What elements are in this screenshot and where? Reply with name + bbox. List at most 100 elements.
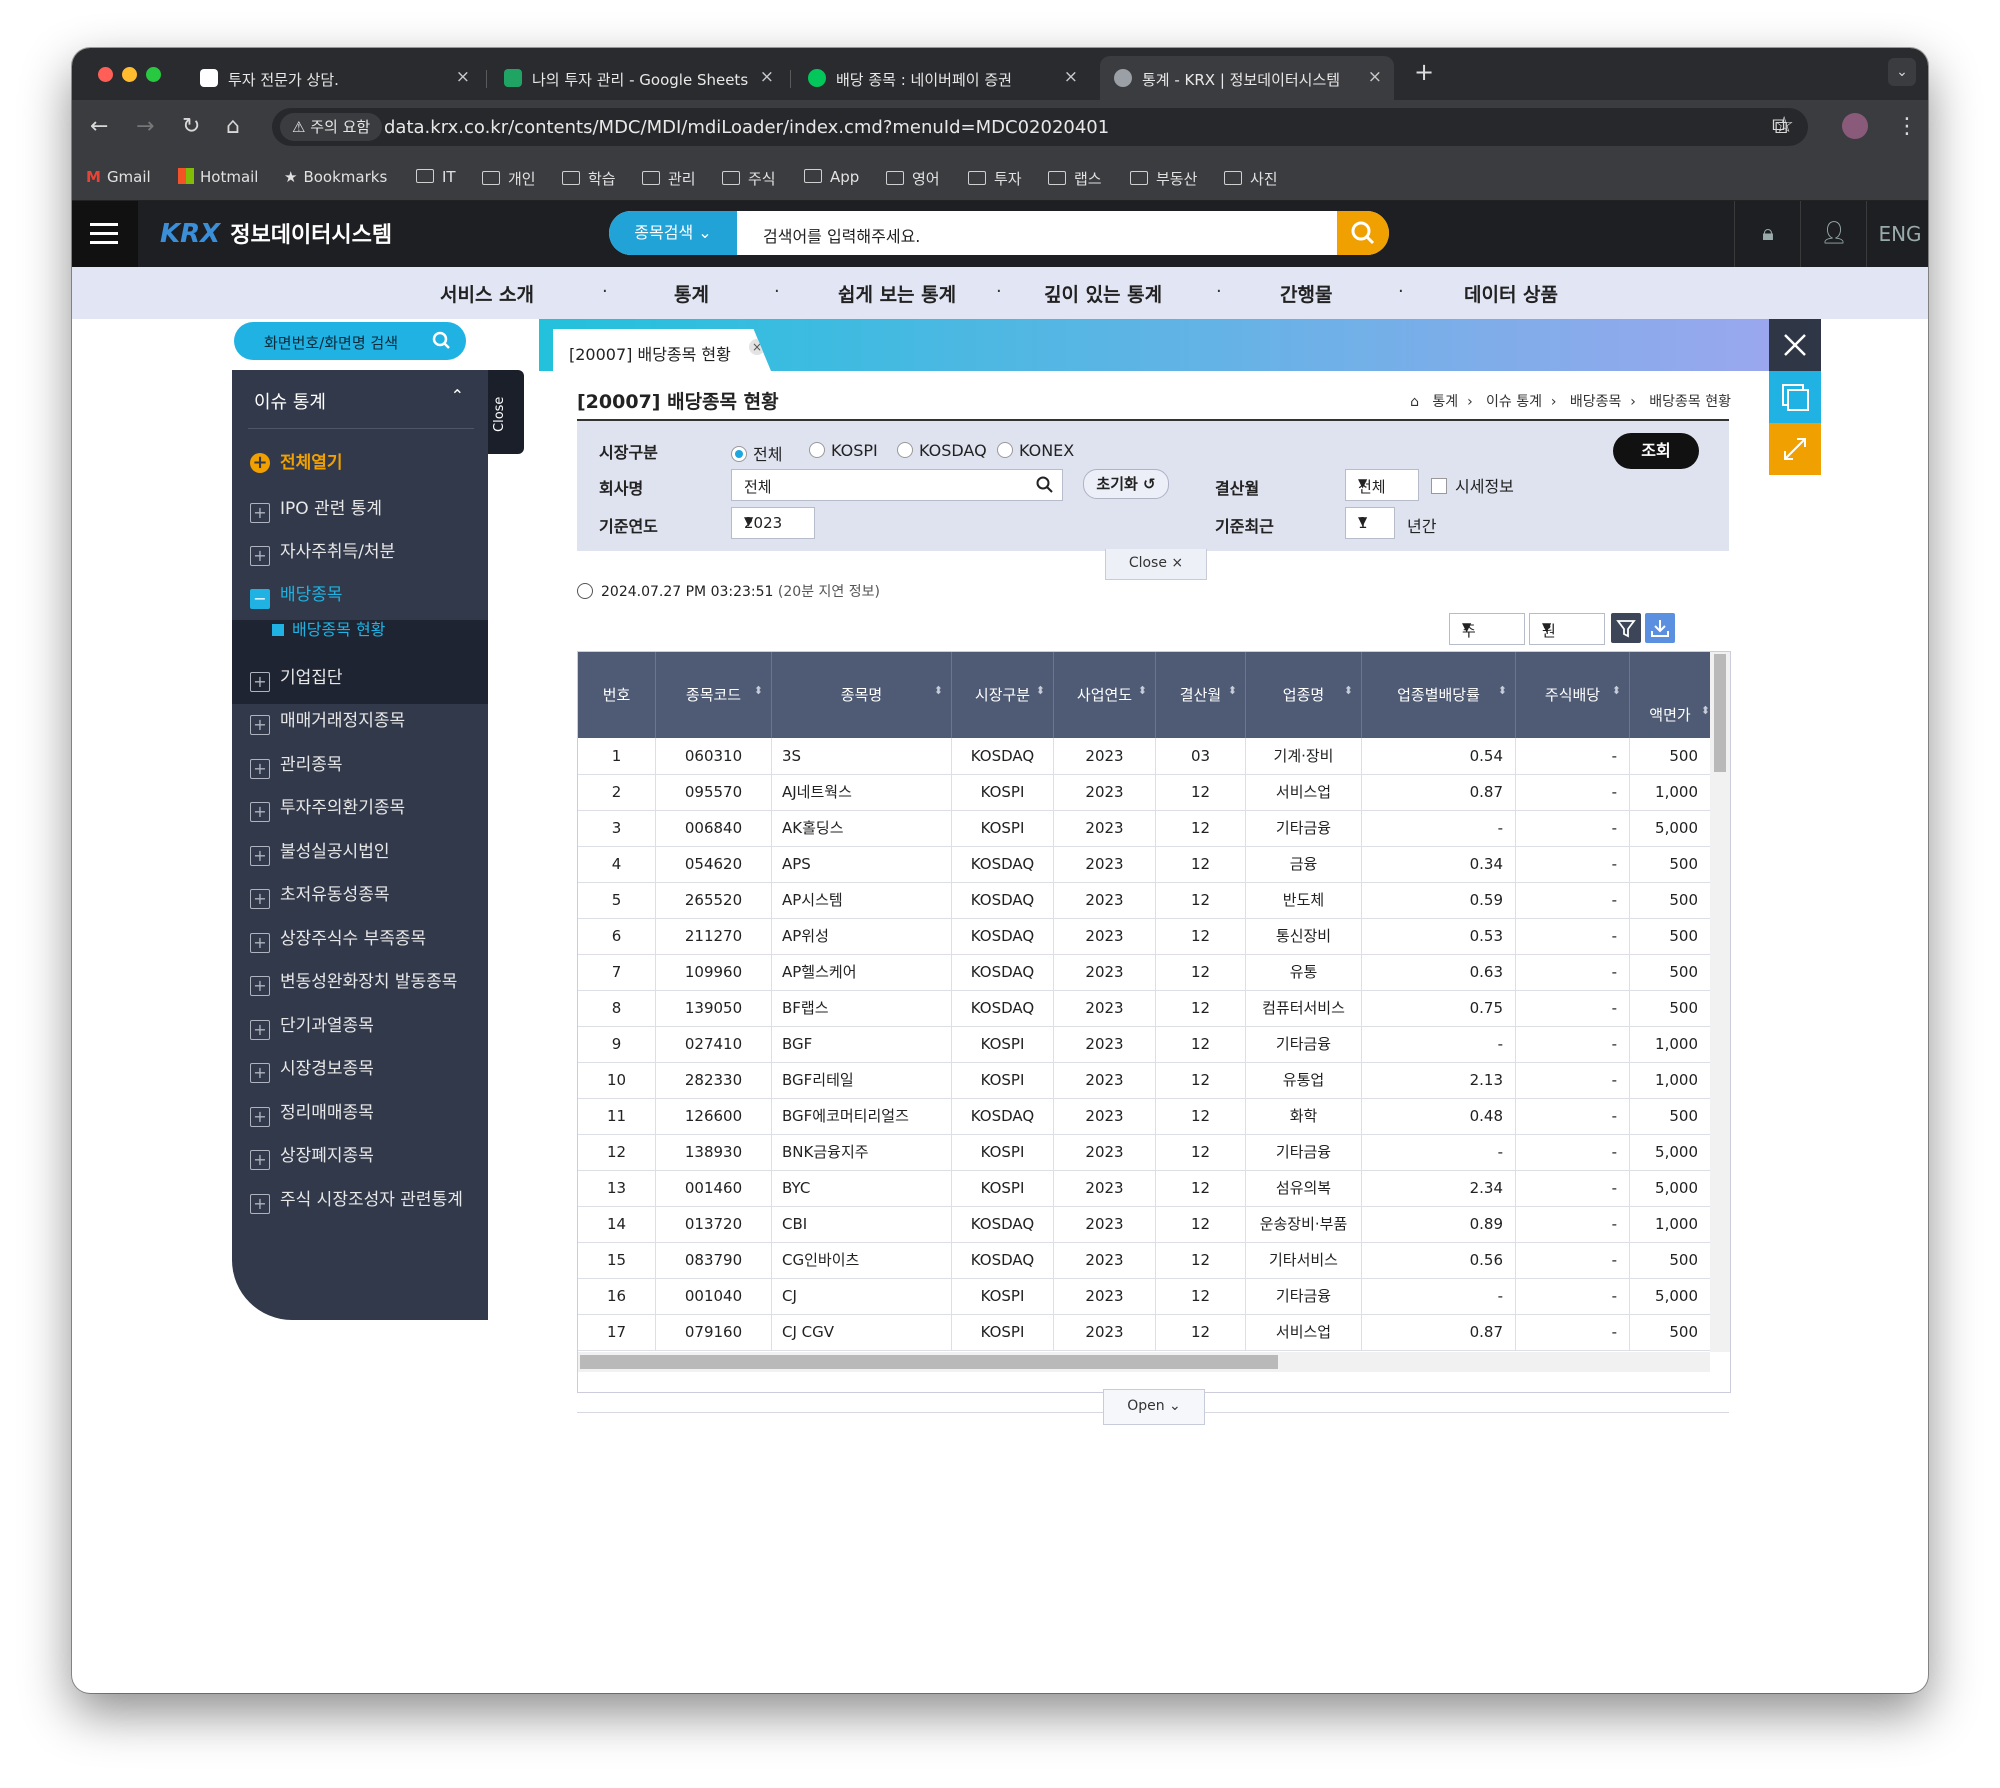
bookmark-folder[interactable]: IT (416, 168, 456, 186)
sidebar-item-disclosure[interactable]: + 불성실공시법인 (250, 837, 389, 867)
home-icon[interactable]: ⌂ (226, 114, 240, 139)
share-unit-select[interactable]: 주 ▼ (1449, 613, 1525, 645)
search-submit-button[interactable]: 조회 (1613, 433, 1699, 469)
filter-close-button[interactable]: Close × (1105, 549, 1207, 580)
sort-icon[interactable]: ⬍ (754, 684, 763, 697)
table-row[interactable]: 1 060310 3S KOSDAQ 2023 03 기계·장비 0.54- 500 (578, 738, 1710, 775)
table-row[interactable]: 16 001040 CJ KOSPI 2023 12 기타금융 - -5,000 (578, 1278, 1710, 1315)
settle-month-select[interactable]: 전체 ▼ (1345, 469, 1419, 501)
home-icon[interactable]: ⌂ (1410, 394, 1419, 410)
company-input[interactable]: 전체 (731, 469, 1063, 501)
new-tab-icon[interactable]: + (1414, 58, 1434, 86)
sidebar-item-admin[interactable]: + 관리종목 (250, 750, 343, 780)
table-row[interactable]: 2 095570 AJ네트웍스 KOSPI 2023 12 서비스업 0.87- 1,000 (578, 774, 1710, 811)
horizontal-scrollbar[interactable] (578, 1352, 1710, 1372)
nav-publications[interactable]: 간행물 (1280, 280, 1332, 307)
maximize-window-button[interactable] (146, 67, 161, 82)
sort-icon[interactable]: ⬍ (1344, 684, 1353, 697)
language-button[interactable]: ENG (1866, 201, 1928, 267)
recent-select[interactable]: 1 ▼ (1345, 507, 1395, 539)
table-row[interactable]: 12 138930 BNK금융지주 KOSPI 2023 12 기타금융 - -5,000 (578, 1134, 1710, 1171)
table-row[interactable]: 8 139050 BF랩스 KOSDAQ 2023 12 컴퓨터서비스 0.75- 500 (578, 990, 1710, 1027)
search-type-select[interactable]: 종목검색 ⌄ (609, 211, 737, 255)
nav-stats[interactable]: 통계 (674, 280, 709, 307)
col-header-par[interactable]: 액면가 ⬍ (1630, 652, 1710, 738)
screen-search-input[interactable]: 화면번호/화면명 검색 (234, 322, 466, 360)
sidebar-item-overheat[interactable]: + 단기과열종목 (250, 1011, 374, 1041)
table-row[interactable]: 17 079160 CJ CGV KOSPI 2023 12 서비스업 0.87- 500 (578, 1314, 1710, 1351)
bookmark-folder[interactable]: 학습 (562, 168, 616, 189)
back-icon[interactable]: ← (90, 114, 108, 139)
open-button[interactable]: Open ⌄ (1103, 1389, 1205, 1425)
money-unit-select[interactable]: 원 ▼ (1529, 613, 1605, 645)
sidebar-item-vi[interactable]: + 변동성완화장치 발동종목 (250, 967, 457, 997)
sidebar-item-dividend[interactable]: − 배당종목 (250, 580, 343, 610)
sort-icon[interactable]: ⬍ (1612, 684, 1621, 697)
security-warning[interactable]: ⚠ 주의 요함 (280, 113, 383, 141)
close-tab-icon[interactable]: × (1368, 67, 1382, 87)
market-radio-kosdaq[interactable]: KOSDAQ (897, 441, 987, 460)
table-row[interactable]: 9 027410 BGF KOSPI 2023 12 기타금융 - -1,000 (578, 1026, 1710, 1063)
sort-icon[interactable]: ⬍ (1228, 684, 1237, 697)
col-header-industry[interactable]: 업종명 ⬍ (1246, 652, 1362, 738)
close-window-button[interactable] (98, 67, 113, 82)
bookmark-folder[interactable]: 주식 (722, 168, 776, 189)
sidebar-item-liquidation[interactable]: + 정리매매종목 (250, 1098, 374, 1128)
screen-tab-active[interactable]: [20007] 배당종목 현황 × (553, 329, 771, 371)
nav-data-products[interactable]: 데이터 상품 (1464, 280, 1558, 307)
close-tab-icon[interactable]: × (1064, 67, 1078, 87)
col-header-settle[interactable]: 결산월 ⬍ (1156, 652, 1246, 738)
hamburger-menu-icon[interactable] (72, 201, 138, 267)
menu-dots-icon[interactable]: ⋮ (1896, 114, 1918, 139)
breadcrumb-item[interactable]: 배당종목 (1570, 394, 1622, 410)
download-button[interactable] (1645, 613, 1675, 643)
col-header-year[interactable]: 사업연도 ⬍ (1054, 652, 1156, 738)
search-icon[interactable] (1036, 476, 1054, 494)
scroll-thumb[interactable] (1714, 654, 1726, 772)
table-row[interactable]: 7 109960 AP헬스케어 KOSDAQ 2023 12 유통 0.63- 500 (578, 954, 1710, 991)
breadcrumb-item[interactable]: 통계 (1432, 394, 1458, 410)
bookmark-item[interactable]: ★ Bookmarks (284, 168, 387, 186)
profile-avatar[interactable] (1842, 113, 1868, 139)
browser-tab[interactable]: 배당 종목 : 네이버페이 증권 × (794, 56, 1090, 100)
scroll-thumb[interactable] (580, 1355, 1278, 1369)
breadcrumb-item[interactable]: 이슈 통계 (1486, 394, 1542, 410)
bookmark-folder[interactable]: 사진 (1224, 168, 1278, 189)
copy-window-icon[interactable] (1769, 371, 1821, 423)
col-header-yield[interactable]: 업종별배당률 ⬍ (1362, 652, 1516, 738)
market-radio-all[interactable]: 전체 (731, 441, 782, 465)
close-tab-icon[interactable]: × (760, 67, 774, 87)
close-tab-icon[interactable]: × (456, 67, 470, 87)
nav-deep-stats[interactable]: 깊이 있는 통계 (1044, 280, 1162, 307)
search-input[interactable]: 검색어를 입력해주세요. (763, 223, 920, 247)
table-row[interactable]: 14 013720 CBI KOSDAQ 2023 12 운송장비·부품 0.89- 1,000 (578, 1206, 1710, 1243)
table-row[interactable]: 6 211270 AP위성 KOSDAQ 2023 12 통신장비 0.53- 500 (578, 918, 1710, 955)
table-row[interactable]: 13 001460 BYC KOSPI 2023 12 섬유의복 2.34- 5,000 (578, 1170, 1710, 1207)
col-header-market[interactable]: 시장구분 ⬍ (952, 652, 1054, 738)
year-select[interactable]: 2023 ▼ (731, 507, 815, 539)
nav-service-intro[interactable]: 서비스 소개 (440, 280, 534, 307)
market-radio-konex[interactable]: KONEX (997, 441, 1074, 460)
col-header-code[interactable]: 종목코드 ⬍ (656, 652, 772, 738)
close-window-icon[interactable] (1769, 319, 1821, 371)
bookmark-folder[interactable]: 부동산 (1130, 168, 1197, 189)
vertical-scrollbar[interactable] (1710, 652, 1730, 1352)
table-row[interactable]: 15 083790 CG인바이츠 KOSDAQ 2023 12 기타서비스 0.56- 500 (578, 1242, 1710, 1279)
browser-tab[interactable]: 투자 전문가 상담. × (186, 56, 482, 100)
sidebar-close-tab[interactable]: Close (488, 370, 524, 454)
sidebar-item-shares[interactable]: + 상장주식수 부족종목 (250, 924, 426, 954)
sort-icon[interactable]: ⬍ (1498, 684, 1507, 697)
sort-icon[interactable]: ⬍ (934, 684, 943, 697)
collapse-icon[interactable]: ⌃ (451, 386, 464, 405)
bookmark-folder[interactable]: 개인 (482, 168, 536, 189)
browser-tab-active[interactable]: 통계 - KRX | 정보데이터시스템 × (1100, 56, 1394, 100)
sort-icon[interactable]: ⬍ (1701, 704, 1710, 717)
site-logo[interactable]: KRX 정보데이터시스템 (160, 217, 392, 249)
sidebar-item-market-maker[interactable]: + 주식 시장조성자 관련통계 (250, 1185, 463, 1215)
open-all-button[interactable]: + 전체열기 (250, 448, 343, 478)
sidebar-item-low-liquidity[interactable]: + 초저유동성종목 (250, 880, 389, 910)
user-add-icon[interactable]: 👤︎ (1800, 201, 1867, 267)
table-row[interactable]: 4 054620 APS KOSDAQ 2023 12 금융 0.34- 500 (578, 846, 1710, 883)
sidebar-item-alert[interactable]: + 시장경보종목 (250, 1054, 374, 1084)
sidebar-item-ipo[interactable]: + IPO 관련 통계 (250, 494, 382, 524)
